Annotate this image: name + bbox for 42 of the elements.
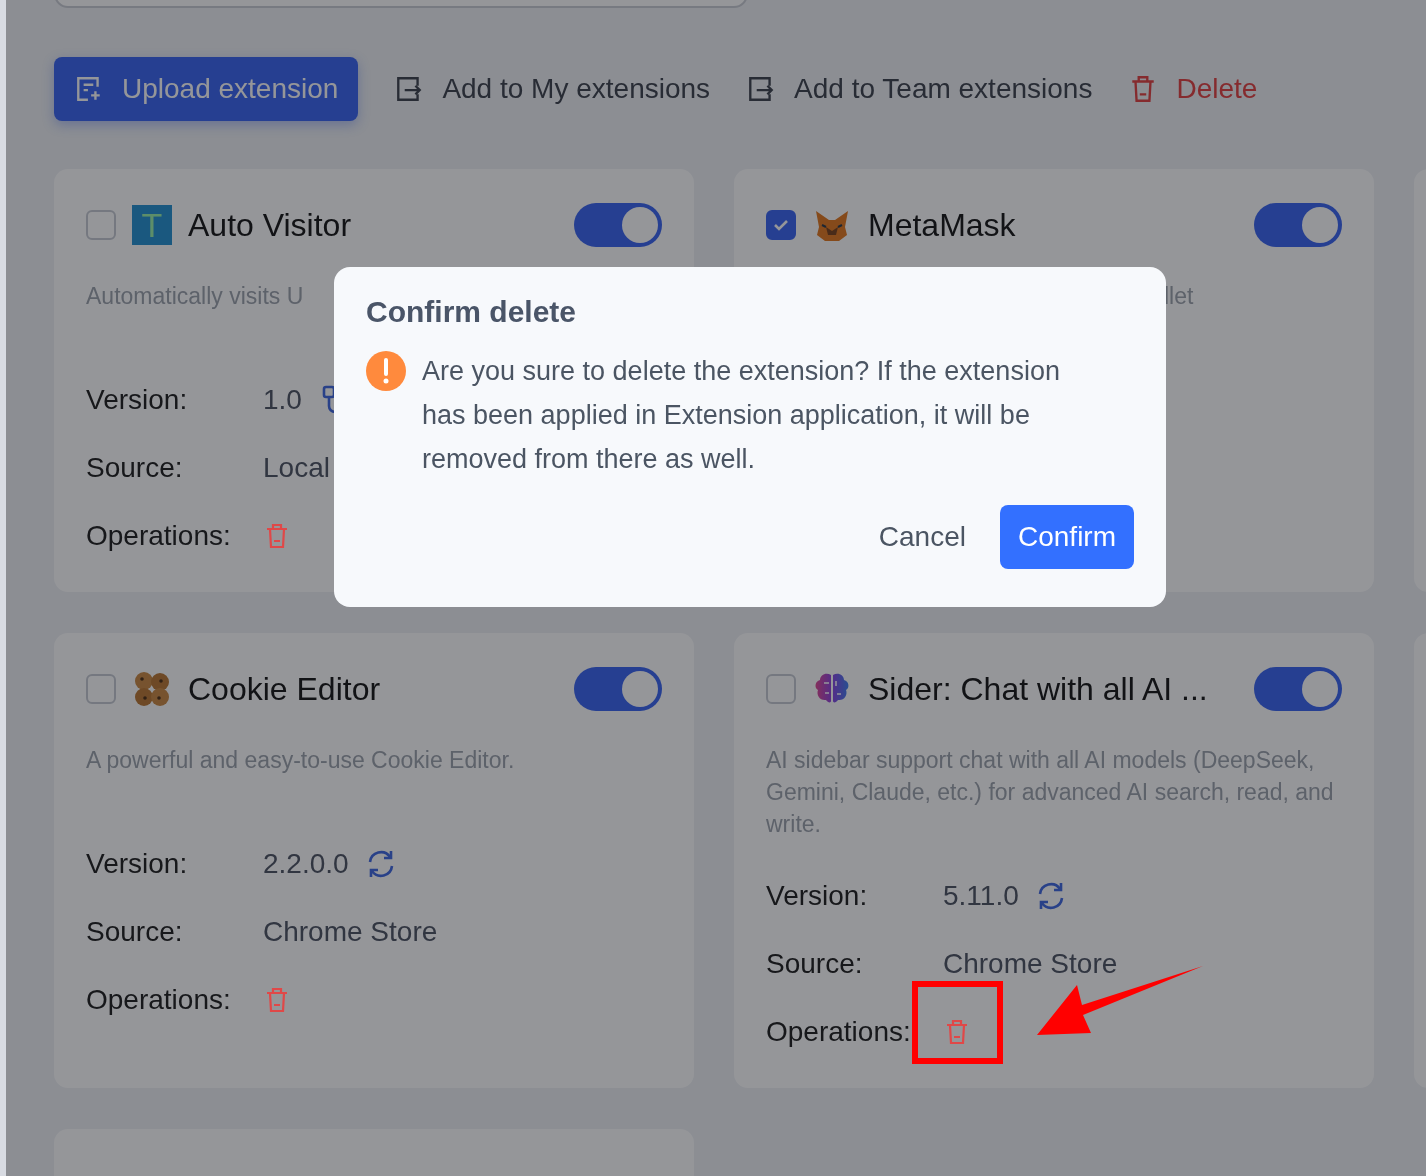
cancel-button[interactable]: Cancel bbox=[878, 521, 966, 553]
toolbar-button[interactable]: Add to My extensions bbox=[394, 57, 711, 121]
extension-title: Sider: Chat with all AI ... bbox=[868, 670, 1209, 708]
version-value: 5.11.0 bbox=[943, 880, 1019, 912]
field-label: Source: bbox=[766, 948, 864, 980]
toolbar-button[interactable]: Upload extension bbox=[54, 57, 359, 121]
field-label: Version: bbox=[766, 880, 869, 912]
field-label: Operations: bbox=[766, 1016, 912, 1048]
extension-description: Automatically visits U bbox=[86, 282, 304, 311]
source-value: Local bbox=[263, 452, 330, 484]
confirm-button[interactable]: Confirm bbox=[1000, 505, 1134, 569]
toggle-switch[interactable] bbox=[574, 203, 662, 247]
extension-description: AI sidebar support chat with all AI models (DeepSeek, Gemini, Claude, etc.) for advanced AI search, read, and write. bbox=[766, 746, 1335, 839]
extension-logo: T bbox=[132, 205, 172, 245]
toggle-switch[interactable] bbox=[574, 667, 662, 711]
source-value: Chrome Store bbox=[943, 948, 1118, 980]
version-value: 2.2.0.0 bbox=[263, 848, 349, 880]
field-label: Operations: bbox=[86, 984, 232, 1016]
extension-title: Cookie Editor bbox=[188, 670, 382, 708]
checkbox[interactable] bbox=[766, 210, 796, 240]
toggle-switch[interactable] bbox=[1254, 667, 1342, 711]
field-label: Operations: bbox=[86, 520, 232, 552]
field-label: Version: bbox=[86, 384, 189, 416]
version-value: 1.0 bbox=[263, 384, 302, 416]
warning-icon bbox=[366, 351, 406, 391]
checkbox[interactable] bbox=[86, 674, 116, 704]
toolbar-button[interactable]: Delete bbox=[1128, 57, 1258, 121]
cookies-logo bbox=[132, 669, 172, 709]
source-value: Chrome Store bbox=[263, 916, 438, 948]
toolbar-button[interactable]: Add to Team extensions bbox=[746, 57, 1093, 121]
extension-description: A powerful and easy-to-use Cookie Editor. bbox=[86, 746, 515, 775]
extension-title: Auto Visitor bbox=[188, 206, 353, 244]
field-label: Source: bbox=[86, 916, 184, 948]
dialog-title: Confirm delete bbox=[366, 295, 578, 329]
toggle-switch[interactable] bbox=[1254, 203, 1342, 247]
checkbox[interactable] bbox=[86, 210, 116, 240]
field-label: Source: bbox=[86, 452, 184, 484]
extension-title: MetaMask bbox=[868, 206, 1017, 244]
dialog-message: Are you sure to delete the extension? If the extension has been applied in Extension application, it will be removed from there as well. bbox=[422, 355, 1061, 476]
field-label: Version: bbox=[86, 848, 189, 880]
checkbox[interactable] bbox=[766, 674, 796, 704]
extension-description: llet bbox=[1164, 282, 1194, 311]
